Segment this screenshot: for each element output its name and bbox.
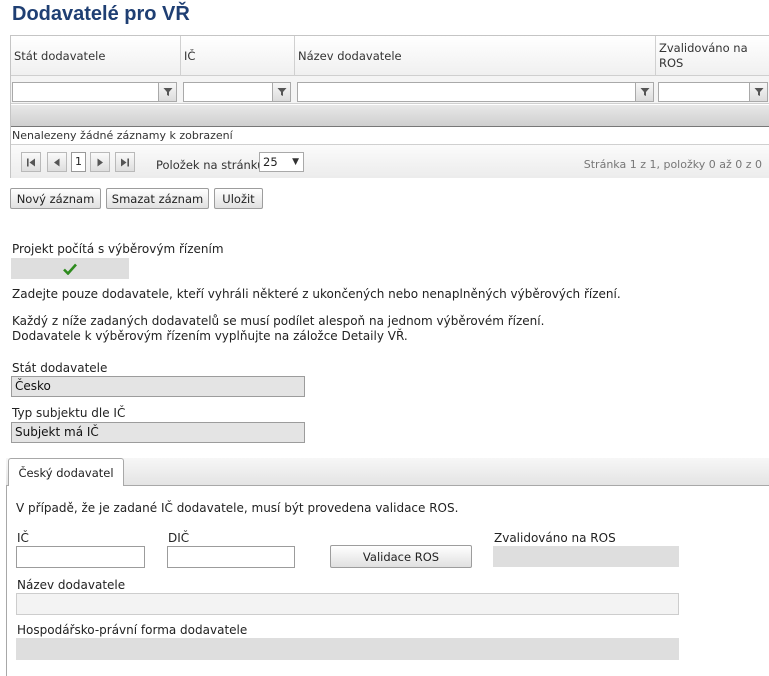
pager-info: Stránka 1 z 1, položky 0 až 0 z 0 bbox=[583, 158, 762, 171]
dic-label: DIČ bbox=[168, 531, 190, 545]
column-header-country[interactable]: Stát dodavatele bbox=[11, 36, 181, 76]
filter-icon[interactable] bbox=[750, 82, 768, 102]
subject-type-label: Typ subjektu dle IČ bbox=[12, 406, 126, 420]
tab-bar: Český dodavatel bbox=[6, 458, 769, 487]
column-header-name[interactable]: Název dodavatele bbox=[295, 36, 656, 76]
delete-record-button[interactable]: Smazat záznam bbox=[106, 188, 209, 209]
current-page-input[interactable]: 1 bbox=[71, 152, 86, 172]
filter-row bbox=[11, 76, 769, 104]
page-size-select[interactable]: 25 ▼ bbox=[259, 152, 304, 172]
page-size-value: 25 bbox=[263, 155, 278, 169]
filter-input-validated[interactable] bbox=[658, 82, 750, 102]
grid-header: Stát dodavatele IČ Název dodavatele Zval… bbox=[11, 36, 769, 76]
validation-note: V případě, že je zadané IČ dodavatele, m… bbox=[16, 501, 459, 515]
filter-icon[interactable] bbox=[636, 82, 654, 102]
filter-input-name[interactable] bbox=[297, 82, 636, 102]
pager: 1 Položek na stránku 25 ▼ Stránka 1 z 1,… bbox=[11, 144, 769, 178]
validate-ros-button[interactable]: Validace ROS bbox=[330, 545, 472, 568]
dic-input[interactable] bbox=[167, 546, 295, 568]
page-size-label: Položek na stránku bbox=[156, 158, 265, 172]
first-page-icon[interactable] bbox=[21, 152, 41, 172]
column-header-validated[interactable]: Zvalidováno na ROS bbox=[656, 36, 769, 76]
filter-icon[interactable] bbox=[159, 82, 177, 102]
suppliers-grid: Stát dodavatele IČ Název dodavatele Zval… bbox=[10, 35, 769, 178]
legal-form-label: Hospodářsko-právní forma dodavatele bbox=[17, 623, 248, 637]
validated-label: Zvalidováno na ROS bbox=[494, 531, 616, 545]
country-label: Stát dodavatele bbox=[12, 361, 108, 375]
supplier-name-label: Název dodavatele bbox=[17, 578, 126, 592]
info-text-1: Zadejte pouze dodavatele, kteří vyhráli … bbox=[12, 287, 621, 301]
filter-input-ic[interactable] bbox=[183, 82, 273, 102]
country-field: Česko bbox=[11, 376, 305, 397]
checkmark-icon bbox=[63, 263, 77, 275]
filter-icon[interactable] bbox=[273, 82, 291, 102]
grid-body bbox=[11, 105, 769, 127]
supplier-name-field bbox=[16, 593, 679, 615]
info-text-2: Každý z níže zadaných dodavatelů se musí… bbox=[12, 314, 545, 328]
column-header-ic[interactable]: IČ bbox=[181, 36, 295, 76]
next-page-icon[interactable] bbox=[90, 152, 110, 172]
new-record-button[interactable]: Nový záznam bbox=[10, 188, 101, 209]
prev-page-icon[interactable] bbox=[47, 152, 67, 172]
ic-input[interactable] bbox=[16, 546, 145, 568]
chevron-down-icon: ▼ bbox=[292, 157, 299, 167]
last-page-icon[interactable] bbox=[115, 152, 135, 172]
info-text-3: Dodavatele k výběrovým řízením vyplňujte… bbox=[12, 329, 408, 343]
project-tender-checkbox bbox=[11, 258, 129, 279]
save-button[interactable]: Uložit bbox=[214, 188, 263, 209]
ic-label: IČ bbox=[17, 531, 29, 545]
legal-form-field bbox=[16, 638, 679, 660]
project-tender-label: Projekt počítá s výběrovým řízením bbox=[12, 242, 224, 256]
empty-message: Nenalezeny žádné záznamy k zobrazení bbox=[11, 126, 769, 143]
validated-field bbox=[493, 546, 679, 567]
subject-type-field: Subjekt má IČ bbox=[11, 422, 305, 443]
page-title: Dodavatelé pro VŘ bbox=[12, 3, 190, 25]
filter-input-country[interactable] bbox=[12, 82, 159, 102]
tab-czech-supplier[interactable]: Český dodavatel bbox=[8, 458, 124, 487]
